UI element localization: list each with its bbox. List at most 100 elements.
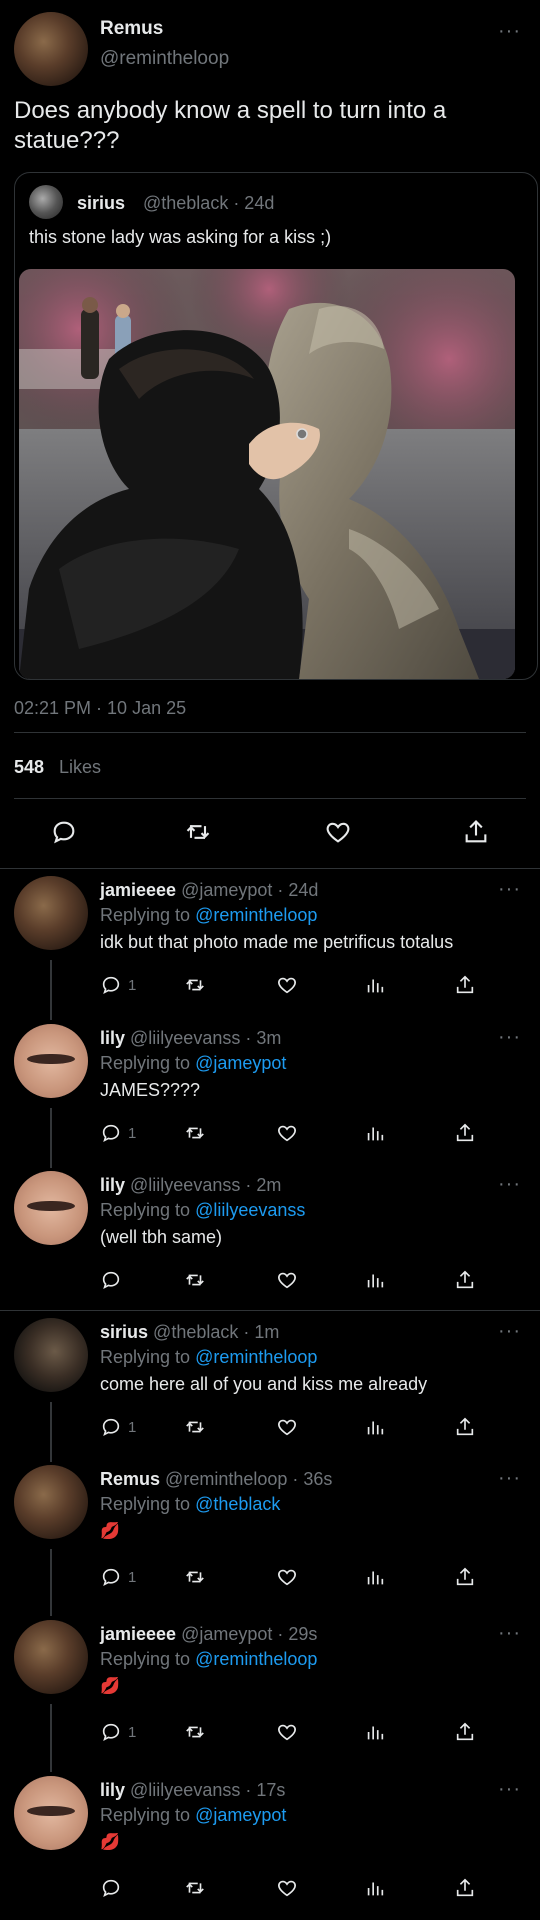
more-icon[interactable]: ···	[498, 878, 521, 901]
share-button[interactable]	[454, 1877, 476, 1899]
handle[interactable]: @remintheloop	[165, 1469, 287, 1489]
display-name[interactable]: Remus	[100, 18, 163, 40]
display-name[interactable]: jamieeee	[100, 880, 176, 900]
retweet-button[interactable]	[184, 1721, 206, 1743]
quote-tweet[interactable]: sirius @theblack · 24d this stone lady w…	[14, 172, 538, 680]
reply-header: lily @liilyeevanss · 3m	[100, 1028, 281, 1049]
more-icon[interactable]: ···	[498, 1467, 521, 1490]
like-button[interactable]	[276, 1721, 298, 1743]
views-button[interactable]	[364, 1416, 386, 1438]
display-name[interactable]: lily	[100, 1028, 125, 1048]
views-icon	[367, 1421, 384, 1435]
avatar[interactable]	[14, 1620, 88, 1694]
retweet-button[interactable]	[184, 1566, 206, 1588]
retweet-button[interactable]	[184, 818, 212, 846]
reply-header: Remus @remintheloop · 36s	[100, 1469, 332, 1490]
share-button[interactable]	[454, 974, 476, 996]
retweet-button[interactable]	[184, 974, 206, 996]
timestamp[interactable]: 1m	[254, 1322, 279, 1342]
display-name[interactable]: lily	[100, 1175, 125, 1195]
mention-link[interactable]: @liilyeevanss	[195, 1200, 305, 1220]
avatar[interactable]	[14, 1171, 88, 1245]
like-button[interactable]	[324, 818, 352, 846]
display-name[interactable]: sirius	[100, 1322, 148, 1342]
retweet-icon	[186, 1726, 204, 1738]
more-icon[interactable]: ···	[498, 1622, 521, 1645]
thread-line	[50, 1704, 52, 1772]
views-button[interactable]	[364, 1721, 386, 1743]
share-button[interactable]	[462, 818, 490, 846]
retweet-button[interactable]	[184, 1877, 206, 1899]
avatar[interactable]	[14, 1318, 88, 1392]
avatar[interactable]	[14, 876, 88, 950]
retweet-icon	[186, 1421, 204, 1433]
share-button[interactable]	[454, 1269, 476, 1291]
display-name[interactable]: jamieeee	[100, 1624, 176, 1644]
like-button[interactable]	[276, 1122, 298, 1144]
tweet-timestamp[interactable]: 02:21 PM · 10 Jan 25	[14, 698, 186, 719]
likes-label[interactable]: Likes	[59, 757, 101, 778]
share-button[interactable]	[454, 1416, 476, 1438]
like-button[interactable]	[276, 1877, 298, 1899]
reply-button[interactable]: 1	[100, 1721, 136, 1743]
handle[interactable]: @jameypot	[181, 1624, 272, 1644]
display-name[interactable]: Remus	[100, 1469, 160, 1489]
timestamp[interactable]: 29s	[288, 1624, 317, 1644]
likes-count[interactable]: 548	[14, 757, 44, 778]
reply-text: (well tbh same)	[100, 1227, 223, 1247]
reply-button[interactable]	[100, 1877, 128, 1899]
timestamp[interactable]: 2m	[256, 1175, 281, 1195]
handle[interactable]: @jameypot	[181, 880, 272, 900]
like-button[interactable]	[276, 1416, 298, 1438]
timestamp[interactable]: 36s	[303, 1469, 332, 1489]
more-icon[interactable]: ···	[498, 1320, 521, 1343]
views-button[interactable]	[364, 1877, 386, 1899]
reply-button[interactable]: 1	[100, 974, 136, 996]
retweet-button[interactable]	[184, 1122, 206, 1144]
timestamp[interactable]: 24d	[288, 880, 318, 900]
reply-button[interactable]: 1	[100, 1566, 136, 1588]
views-button[interactable]	[364, 1269, 386, 1291]
handle[interactable]: @liilyeevanss	[130, 1028, 240, 1048]
views-icon	[367, 979, 384, 993]
like-button[interactable]	[276, 974, 298, 996]
avatar[interactable]	[14, 1024, 88, 1098]
more-icon[interactable]: ···	[498, 20, 521, 43]
more-icon[interactable]: ···	[498, 1026, 521, 1049]
views-button[interactable]	[364, 974, 386, 996]
reply-button[interactable]: 1	[100, 1122, 136, 1144]
reply-button[interactable]	[100, 1269, 128, 1291]
share-button[interactable]	[454, 1122, 476, 1144]
mention-link[interactable]: @theblack	[195, 1494, 280, 1514]
mention-link[interactable]: @jameypot	[195, 1053, 286, 1073]
kiss-emoji: 💋	[100, 1834, 120, 1851]
retweet-button[interactable]	[184, 1269, 206, 1291]
views-button[interactable]	[364, 1122, 386, 1144]
handle[interactable]: @liilyeevanss	[130, 1175, 240, 1195]
mention-link[interactable]: @remintheloop	[195, 1649, 317, 1669]
more-icon[interactable]: ···	[498, 1173, 521, 1196]
quote-photo[interactable]	[19, 269, 515, 679]
reply-button[interactable]	[50, 818, 78, 846]
views-button[interactable]	[364, 1566, 386, 1588]
avatar[interactable]	[14, 1465, 88, 1539]
avatar[interactable]	[14, 1776, 88, 1850]
display-name[interactable]: lily	[100, 1780, 125, 1800]
like-button[interactable]	[276, 1566, 298, 1588]
views-icon	[367, 1274, 384, 1288]
share-button[interactable]	[454, 1721, 476, 1743]
mention-link[interactable]: @remintheloop	[195, 1347, 317, 1367]
handle[interactable]: @liilyeevanss	[130, 1780, 240, 1800]
like-button[interactable]	[276, 1269, 298, 1291]
handle[interactable]: @remintheloop	[100, 48, 229, 70]
timestamp[interactable]: 3m	[256, 1028, 281, 1048]
reply-button[interactable]: 1	[100, 1416, 136, 1438]
avatar[interactable]	[14, 12, 88, 86]
timestamp[interactable]: 17s	[256, 1780, 285, 1800]
more-icon[interactable]: ···	[498, 1778, 521, 1801]
handle[interactable]: @theblack	[153, 1322, 238, 1342]
share-button[interactable]	[454, 1566, 476, 1588]
retweet-button[interactable]	[184, 1416, 206, 1438]
mention-link[interactable]: @remintheloop	[195, 905, 317, 925]
mention-link[interactable]: @jameypot	[195, 1805, 286, 1825]
